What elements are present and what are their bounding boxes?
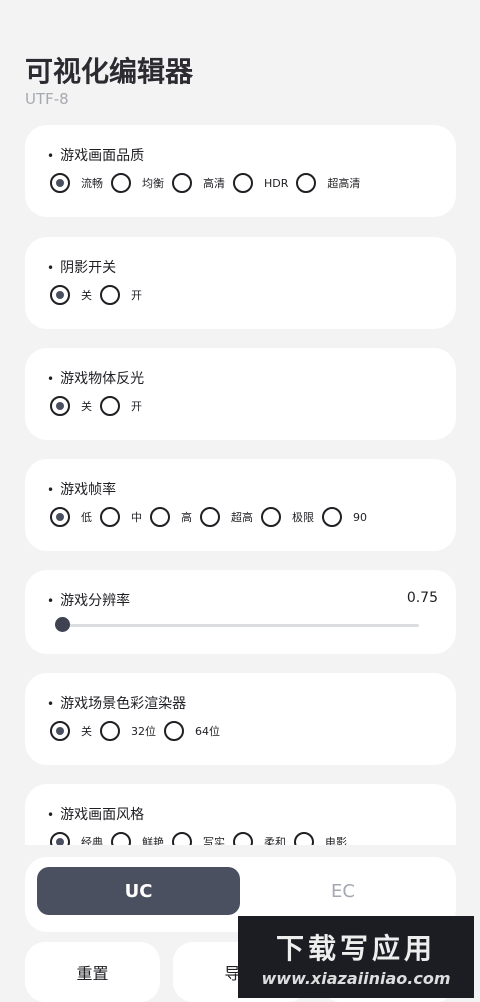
card-title: 阴影开关 xyxy=(47,257,116,277)
radio-label: 电影 xyxy=(325,836,347,845)
radio-button[interactable] xyxy=(322,507,342,527)
radio-button[interactable] xyxy=(111,832,131,845)
radio-button[interactable] xyxy=(200,507,220,527)
card-shadow: 阴影开关 关开 xyxy=(25,237,456,329)
settings-scroll[interactable]: 游戏画面品质 流畅均衡高清HDR超高清 阴影开关 关开 游戏物体反光 关开 游戏… xyxy=(0,0,480,845)
radio-group-framerate: 低 中 高 超高 极限 90 xyxy=(50,507,375,527)
card-title: 游戏画面品质 xyxy=(47,145,144,165)
resolution-value: 0.75 xyxy=(406,590,438,606)
radio-option[interactable]: 电影 xyxy=(294,832,347,845)
radio-option[interactable]: 关 xyxy=(50,396,92,416)
radio-label: 鲜艳 xyxy=(142,836,164,845)
radio-button[interactable] xyxy=(100,721,120,741)
mode-ec-button[interactable]: EC xyxy=(243,867,443,915)
radio-button[interactable] xyxy=(50,396,70,416)
radio-label: 关 xyxy=(81,289,92,302)
radio-label: 超高 xyxy=(231,511,253,524)
radio-label: 流畅 xyxy=(81,177,103,190)
radio-option[interactable]: 高 xyxy=(150,507,192,527)
radio-option[interactable]: 极限 xyxy=(261,507,314,527)
card-title: 游戏物体反光 xyxy=(47,368,144,388)
radio-option[interactable]: 32位 xyxy=(100,721,156,741)
radio-label: 开 xyxy=(131,289,142,302)
radio-button[interactable] xyxy=(164,721,184,741)
radio-button[interactable] xyxy=(50,507,70,527)
radio-button[interactable] xyxy=(50,832,70,845)
card-framerate: 游戏帧率 低 中 高 超高 极限 90 xyxy=(25,459,456,551)
radio-group-shadow: 关开 xyxy=(50,285,150,305)
card-style: 游戏画面风格 经典 鲜艳 写实 柔和 电影 xyxy=(25,784,456,845)
radio-label: 低 xyxy=(81,511,92,524)
card-resolution: 游戏分辨率 0.75 xyxy=(25,570,456,654)
card-renderer: 游戏场景色彩渲染器 关 32位 64位 xyxy=(25,673,456,765)
radio-label: 90 xyxy=(353,510,367,524)
card-title: 游戏画面风格 xyxy=(47,804,144,824)
card-reflection: 游戏物体反光 关开 xyxy=(25,348,456,440)
radio-button[interactable] xyxy=(172,173,192,193)
radio-label: 高清 xyxy=(203,177,225,190)
radio-label: HDR xyxy=(264,176,289,190)
reset-button[interactable]: 重置 xyxy=(25,942,160,1002)
radio-label: 极限 xyxy=(292,511,314,524)
radio-label: 中 xyxy=(131,511,142,524)
radio-label: 超高清 xyxy=(327,177,361,190)
radio-button[interactable] xyxy=(261,507,281,527)
card-quality: 游戏画面品质 流畅 均衡 高清 HDR 超高清 xyxy=(25,125,456,217)
radio-label: 64位 xyxy=(195,725,220,738)
radio-option[interactable]: 开 xyxy=(100,285,142,305)
card-title: 游戏帧率 xyxy=(47,479,116,499)
radio-option[interactable]: 高清 xyxy=(172,173,225,193)
card-title: 游戏分辨率 xyxy=(47,590,130,610)
resolution-slider-thumb[interactable] xyxy=(55,617,70,632)
resolution-slider-track[interactable] xyxy=(57,624,419,627)
radio-label: 高 xyxy=(181,511,192,524)
radio-option[interactable]: 均衡 xyxy=(111,173,164,193)
radio-option[interactable]: 经典 xyxy=(50,832,103,845)
radio-option[interactable]: 90 xyxy=(322,507,367,527)
card-title: 游戏场景色彩渲染器 xyxy=(47,693,186,713)
radio-button[interactable] xyxy=(100,396,120,416)
watermark-url: www.xiazaiiniao.com xyxy=(261,968,451,988)
radio-button[interactable] xyxy=(50,173,70,193)
radio-button[interactable] xyxy=(150,507,170,527)
radio-label: 写实 xyxy=(203,836,225,845)
radio-label: 均衡 xyxy=(142,177,164,190)
radio-label: 32位 xyxy=(131,725,156,738)
radio-option[interactable]: 超高 xyxy=(200,507,253,527)
radio-button[interactable] xyxy=(100,285,120,305)
radio-button[interactable] xyxy=(172,832,192,845)
radio-group-renderer: 关 32位 64位 xyxy=(50,721,228,741)
radio-button[interactable] xyxy=(233,173,253,193)
radio-group-reflection: 关开 xyxy=(50,396,150,416)
radio-group-style: 经典 鲜艳 写实 柔和 电影 xyxy=(50,832,355,845)
radio-label: 开 xyxy=(131,400,142,413)
radio-option[interactable]: 鲜艳 xyxy=(111,832,164,845)
radio-group-quality: 流畅 均衡 高清 HDR 超高清 xyxy=(50,173,368,193)
radio-option[interactable]: 写实 xyxy=(172,832,225,845)
watermark-logo: 下载写应用 www.xiazaiiniao.com xyxy=(238,916,474,998)
radio-option[interactable]: HDR xyxy=(233,173,288,193)
radio-button[interactable] xyxy=(50,285,70,305)
radio-button[interactable] xyxy=(111,173,131,193)
watermark-title: 下载写应用 xyxy=(275,931,436,965)
radio-option[interactable]: 超高清 xyxy=(296,173,360,193)
radio-label: 关 xyxy=(81,400,92,413)
radio-label: 柔和 xyxy=(264,836,286,845)
radio-button[interactable] xyxy=(296,173,317,193)
radio-option[interactable]: 柔和 xyxy=(233,832,286,845)
radio-button[interactable] xyxy=(233,832,253,845)
radio-option[interactable]: 中 xyxy=(100,507,142,527)
radio-option[interactable]: 关 xyxy=(50,721,92,741)
radio-label: 经典 xyxy=(81,836,103,845)
mode-uc-button[interactable]: UC xyxy=(37,867,240,915)
radio-option[interactable]: 开 xyxy=(100,396,142,416)
radio-option[interactable]: 流畅 xyxy=(50,173,103,193)
radio-button[interactable] xyxy=(50,721,70,741)
radio-option[interactable]: 低 xyxy=(50,507,92,527)
radio-button[interactable] xyxy=(100,507,120,527)
radio-option[interactable]: 64位 xyxy=(164,721,220,741)
radio-label: 关 xyxy=(81,725,92,738)
radio-option[interactable]: 关 xyxy=(50,285,92,305)
radio-button[interactable] xyxy=(294,832,314,845)
